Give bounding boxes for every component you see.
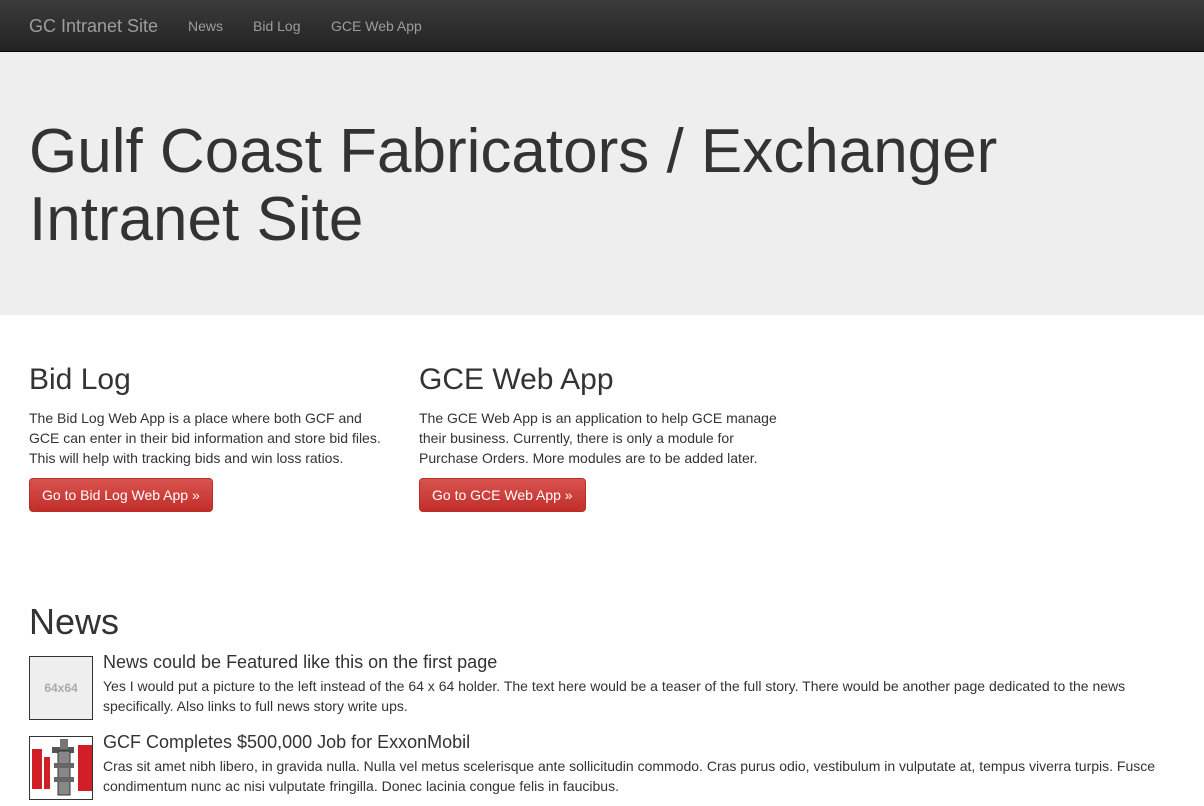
bid-log-column: Bid Log The Bid Log Web App is a place w… [29, 362, 389, 512]
bid-log-description: The Bid Log Web App is a place where bot… [29, 410, 381, 466]
gcf-logo-icon [30, 737, 92, 799]
nav-link-gce-web-app[interactable]: GCE Web App [331, 17, 422, 35]
news-teaser: Cras sit amet nibh libero, in gravida nu… [103, 758, 1156, 794]
go-to-bid-log-button[interactable]: Go to Bid Log Web App » [29, 478, 213, 512]
news-headline[interactable]: GCF Completes $500,000 Job for ExxonMobi… [103, 730, 1163, 754]
page-title: Gulf Coast Fabricators / Exchanger Intra… [29, 117, 998, 254]
go-to-gce-web-app-button[interactable]: Go to GCE Web App » [419, 478, 586, 512]
jumbotron: Gulf Coast Fabricators / Exchanger Intra… [0, 52, 1204, 315]
news-teaser: Yes I would put a picture to the left in… [103, 678, 1126, 714]
news-section-title: News [29, 601, 120, 642]
nav-link-news[interactable]: News [188, 17, 223, 35]
news-item-body: News could be Featured like this on the … [103, 650, 1163, 716]
news-headline[interactable]: News could be Featured like this on the … [103, 650, 1163, 674]
gce-web-app-heading: GCE Web App [419, 363, 614, 396]
nav-link-bid-log[interactable]: Bid Log [253, 17, 300, 35]
top-navbar: GC Intranet Site News Bid Log GCE Web Ap… [0, 0, 1204, 52]
gce-web-app-description: The GCE Web App is an application to hel… [419, 410, 777, 466]
bid-log-heading: Bid Log [29, 363, 131, 396]
navbar-brand[interactable]: GC Intranet Site [29, 15, 158, 37]
news-item-body: GCF Completes $500,000 Job for ExxonMobi… [103, 730, 1163, 796]
gcf-logo-thumbnail[interactable] [29, 736, 93, 800]
news-thumbnail-placeholder[interactable]: 64x64 [29, 656, 93, 720]
gce-web-app-column: GCE Web App The GCE Web App is an applic… [419, 362, 779, 512]
